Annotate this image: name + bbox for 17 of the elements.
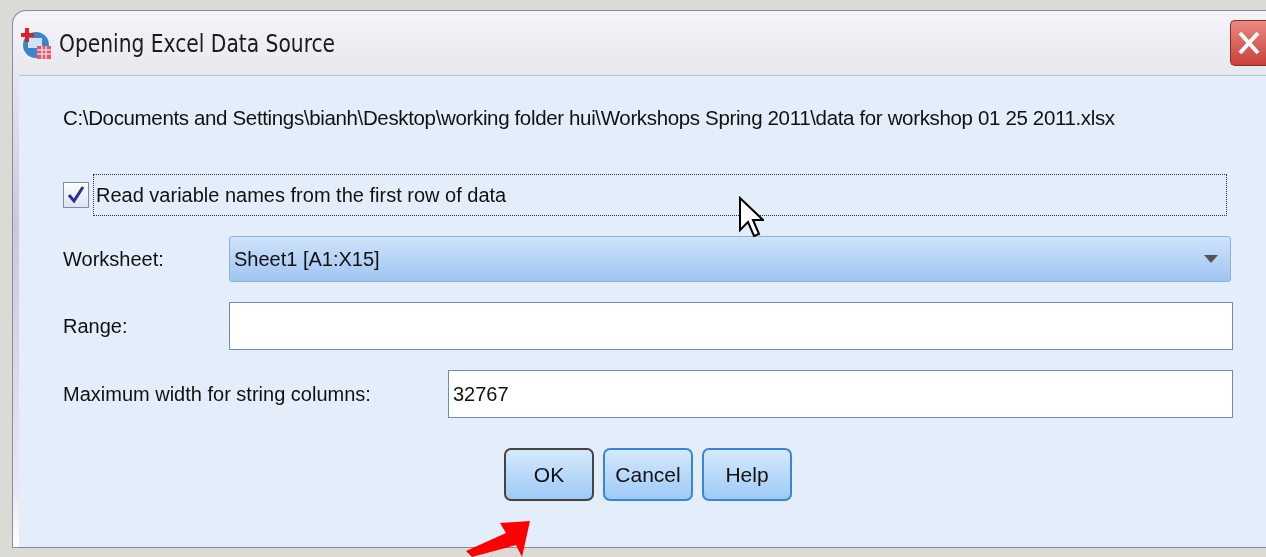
dialog-button[interactable]: OK xyxy=(504,448,594,501)
dialog-button[interactable]: Help xyxy=(702,448,792,501)
spreadsheet-app-icon xyxy=(21,26,53,60)
file-path: C:\Documents and Settings\bianh\Desktop\working folder hui\Workshops Spring 2011\data for workshop 01 25 2011.xlsx xyxy=(63,106,1116,130)
field-label: Worksheet: xyxy=(63,247,165,271)
max-width-input[interactable]: 32767 xyxy=(448,370,1233,418)
close-icon xyxy=(1236,30,1261,56)
field-label: Range: xyxy=(63,314,129,338)
mouse-cursor-icon xyxy=(738,196,764,238)
dialog-button[interactable]: Cancel xyxy=(603,448,693,501)
window-title: Opening Excel Data Source xyxy=(59,28,336,58)
field-label: Maximum width for string columns: xyxy=(63,382,372,406)
checkbox[interactable] xyxy=(63,182,89,208)
close-button[interactable] xyxy=(1230,20,1266,66)
worksheet-dropdown[interactable]: Sheet1 [A1:X15] xyxy=(229,236,1231,282)
dropdown-arrow-icon xyxy=(1204,255,1218,263)
range-input[interactable] xyxy=(229,302,1233,350)
